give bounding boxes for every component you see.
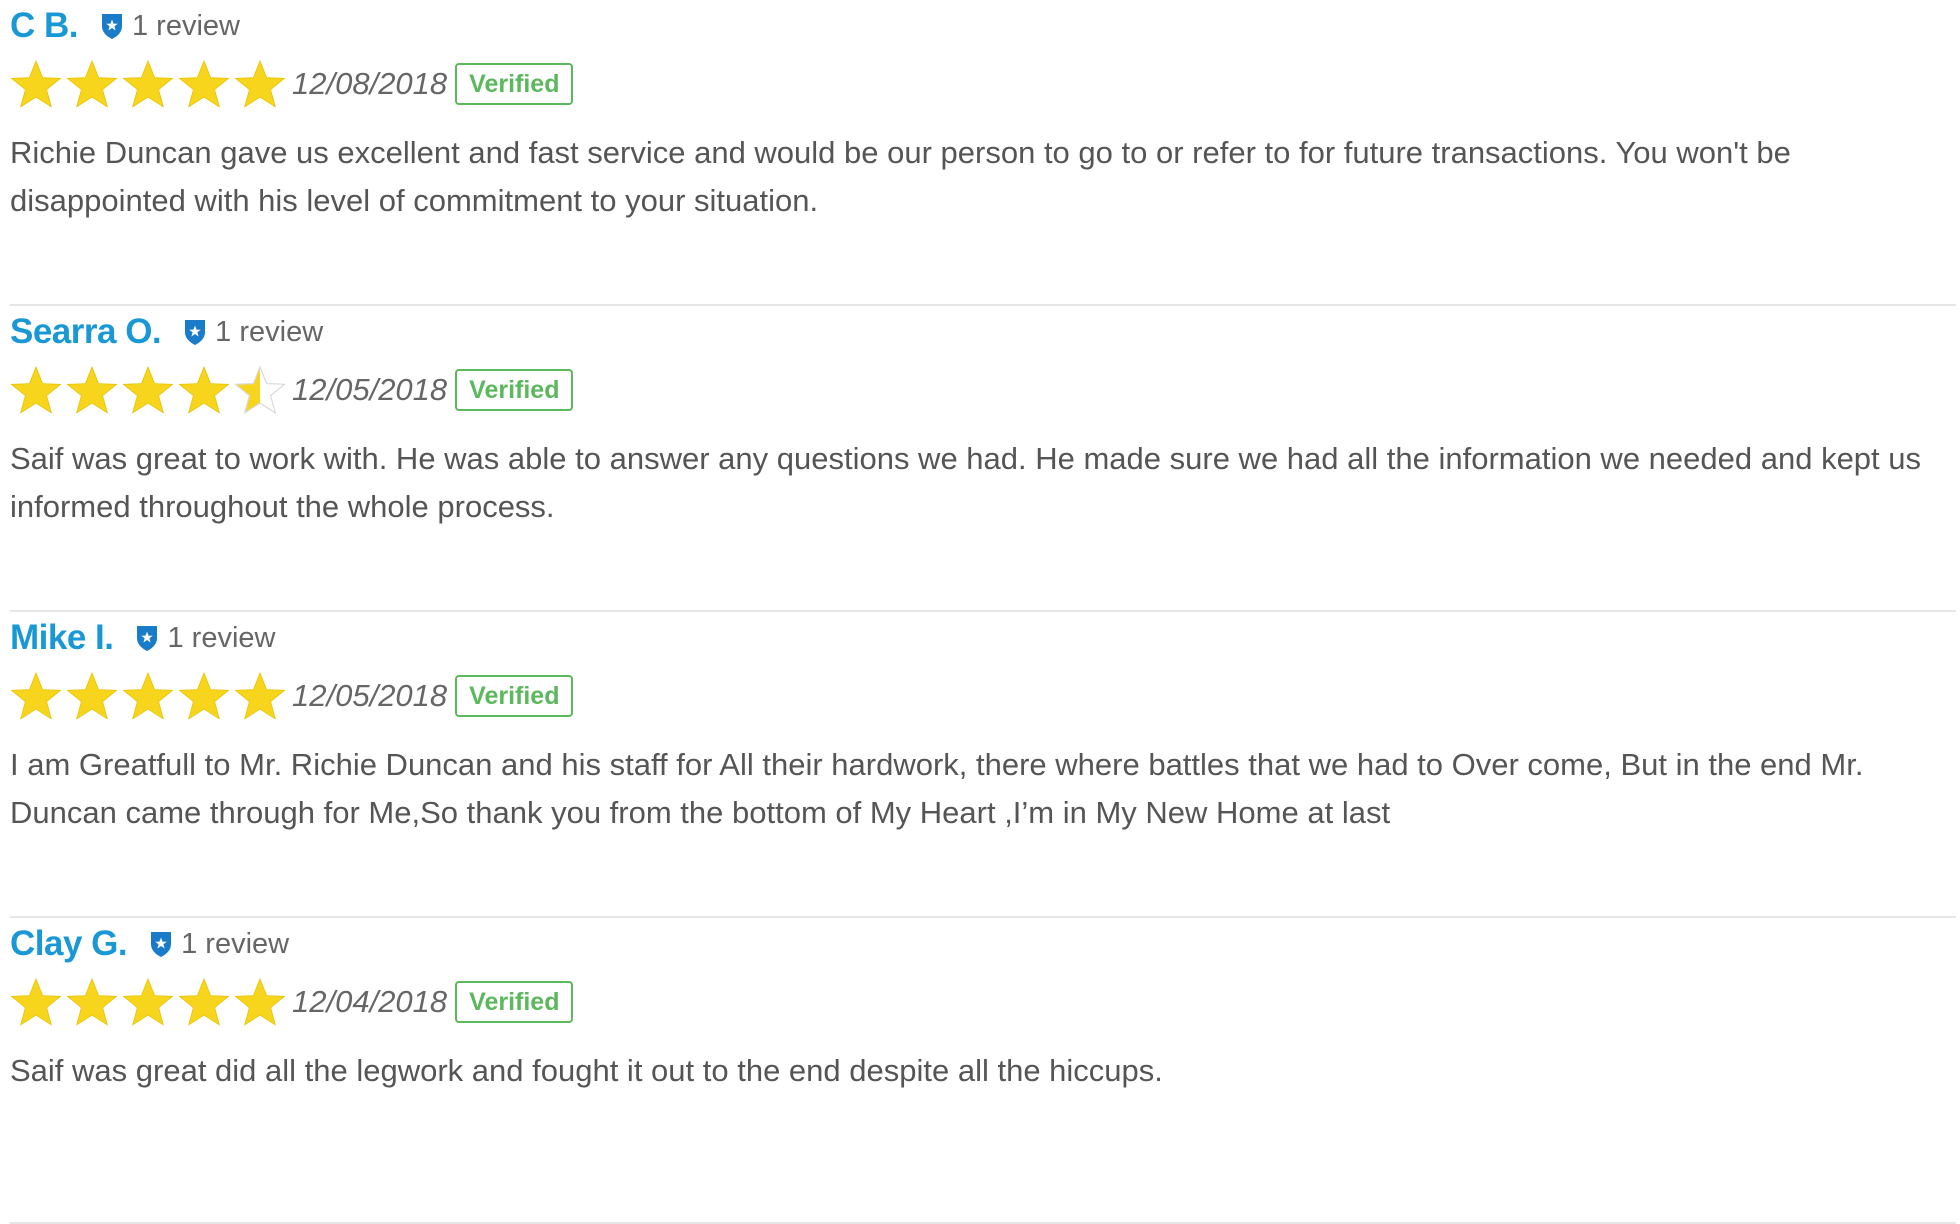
reviewer-name[interactable]: Clay G. bbox=[10, 924, 128, 964]
star-full-icon bbox=[66, 59, 118, 108]
review-date: 12/08/2018 bbox=[292, 66, 448, 101]
star-half-icon bbox=[234, 365, 286, 415]
review-text: Saif was great to work with. He was able… bbox=[10, 441, 1922, 524]
star-full-icon bbox=[122, 365, 174, 414]
star-full-icon bbox=[234, 671, 286, 720]
rating-row: 12/08/2018 Verified bbox=[10, 56, 574, 112]
reviewer-name[interactable]: C B. bbox=[10, 6, 79, 46]
review-header: Clay G. 1 review bbox=[10, 924, 289, 964]
star-full-icon bbox=[178, 671, 230, 720]
verified-badge: Verified bbox=[455, 981, 574, 1023]
star-full-icon bbox=[234, 59, 286, 108]
star-full-icon bbox=[122, 59, 174, 108]
review-item: Mike I. 1 review 12/05/2018 Verified I a… bbox=[10, 612, 1956, 918]
star-full-icon bbox=[10, 59, 62, 108]
star-rating bbox=[10, 670, 290, 722]
star-rating bbox=[10, 976, 290, 1028]
star-full-icon bbox=[122, 977, 174, 1026]
star-full-icon bbox=[10, 365, 62, 414]
review-count: 1 review bbox=[215, 315, 324, 348]
reviewer-name[interactable]: Mike I. bbox=[10, 618, 114, 658]
review-item: Searra O. 1 review 12/05/2018 Verified S… bbox=[10, 306, 1956, 612]
shield-icon bbox=[185, 320, 206, 345]
reviewer-badge: 1 review bbox=[135, 622, 275, 655]
review-count: 1 review bbox=[167, 621, 276, 654]
rating-row: 12/05/2018 Verified bbox=[10, 362, 574, 418]
star-full-icon bbox=[10, 671, 62, 720]
review-date: 12/05/2018 bbox=[292, 372, 448, 407]
star-full-icon bbox=[178, 59, 230, 108]
star-full-icon bbox=[178, 365, 230, 414]
review-date: 12/04/2018 bbox=[292, 984, 448, 1019]
review-header: Mike I. 1 review bbox=[10, 618, 275, 658]
review-item: Clay G. 1 review 12/04/2018 Verified Sai… bbox=[10, 918, 1956, 1224]
review-item: C B. 1 review 12/08/2018 Verified Richie… bbox=[10, 0, 1956, 306]
star-full-icon bbox=[10, 977, 62, 1026]
review-text: Saif was great did all the legwork and f… bbox=[10, 1053, 1163, 1088]
reviewer-name[interactable]: Searra O. bbox=[10, 312, 162, 352]
star-rating bbox=[10, 364, 290, 416]
verified-badge: Verified bbox=[455, 63, 574, 105]
review-header: C B. 1 review bbox=[10, 6, 240, 46]
star-full-icon bbox=[66, 977, 118, 1026]
rating-row: 12/05/2018 Verified bbox=[10, 668, 574, 724]
review-text: I am Greatfull to Mr. Richie Duncan and … bbox=[10, 747, 1864, 830]
reviewer-badge: 1 review bbox=[149, 928, 289, 961]
shield-icon bbox=[151, 932, 172, 957]
review-count: 1 review bbox=[181, 927, 290, 960]
verified-badge: Verified bbox=[455, 369, 574, 411]
review-count: 1 review bbox=[132, 9, 240, 42]
star-full-icon bbox=[178, 977, 230, 1026]
review-text: Richie Duncan gave us excellent and fast… bbox=[10, 135, 1791, 218]
star-rating bbox=[10, 58, 290, 110]
star-full-icon bbox=[234, 977, 286, 1026]
star-full-icon bbox=[122, 671, 174, 720]
reviewer-badge: 1 review bbox=[183, 316, 323, 349]
verified-badge: Verified bbox=[455, 675, 574, 717]
shield-icon bbox=[137, 626, 158, 651]
reviewer-badge: 1 review bbox=[100, 10, 240, 43]
review-date: 12/05/2018 bbox=[292, 678, 448, 713]
reviews-list: C B. 1 review 12/08/2018 Verified Richie… bbox=[0, 0, 1960, 1224]
rating-row: 12/04/2018 Verified bbox=[10, 974, 574, 1030]
star-full-icon bbox=[66, 365, 118, 414]
shield-icon bbox=[102, 14, 122, 39]
review-header: Searra O. 1 review bbox=[10, 312, 323, 352]
star-full-icon bbox=[66, 671, 118, 720]
